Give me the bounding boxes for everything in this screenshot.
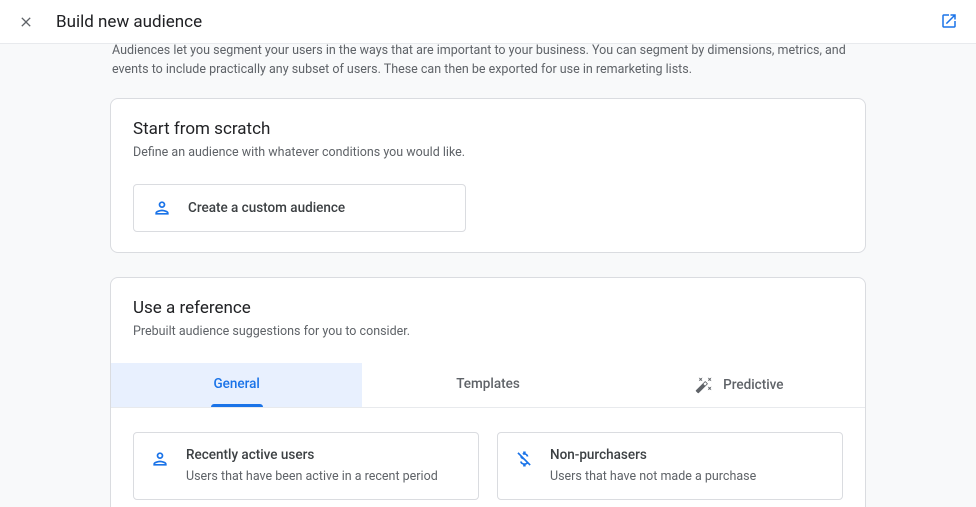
reference-subtitle: Prebuilt audience suggestions for you to… [133, 324, 843, 339]
no-money-icon [514, 449, 534, 469]
option-desc: Users that have not made a purchase [550, 468, 756, 486]
close-button[interactable] [16, 12, 36, 32]
open-external-button[interactable] [940, 12, 960, 32]
option-desc: Users that have been active in a recent … [186, 468, 438, 486]
create-custom-audience-button[interactable]: Create a custom audience [133, 184, 466, 232]
header-left: Build new audience [16, 12, 202, 32]
options-grid: Recently active users Users that have be… [133, 432, 843, 507]
header: Build new audience [0, 0, 976, 44]
magic-wand-icon [695, 376, 713, 394]
content-area: Audiences let you segment your users in … [0, 44, 976, 507]
tab-templates[interactable]: Templates [362, 363, 613, 407]
scratch-subtitle: Define an audience with whatever conditi… [133, 145, 843, 160]
option-title: Non-purchasers [550, 447, 756, 463]
page-title: Build new audience [56, 12, 202, 32]
person-icon [150, 449, 170, 469]
open-external-icon [940, 12, 958, 30]
close-icon [18, 14, 34, 30]
intro-text: Audiences let you segment your users in … [110, 44, 866, 98]
tab-predictive[interactable]: Predictive [614, 363, 865, 407]
person-icon [152, 198, 172, 218]
option-recently-active[interactable]: Recently active users Users that have be… [133, 432, 479, 501]
option-title: Recently active users [186, 447, 438, 463]
tab-predictive-label: Predictive [723, 377, 783, 393]
reference-title: Use a reference [133, 298, 843, 318]
reference-card: Use a reference Prebuilt audience sugges… [110, 277, 866, 507]
option-non-purchasers[interactable]: Non-purchasers Users that have not made … [497, 432, 843, 501]
tabs: General Templates Predictive [111, 363, 865, 408]
scratch-card: Start from scratch Define an audience wi… [110, 98, 866, 253]
create-button-label: Create a custom audience [188, 200, 345, 216]
tab-general[interactable]: General [111, 363, 362, 407]
scratch-title: Start from scratch [133, 119, 843, 139]
